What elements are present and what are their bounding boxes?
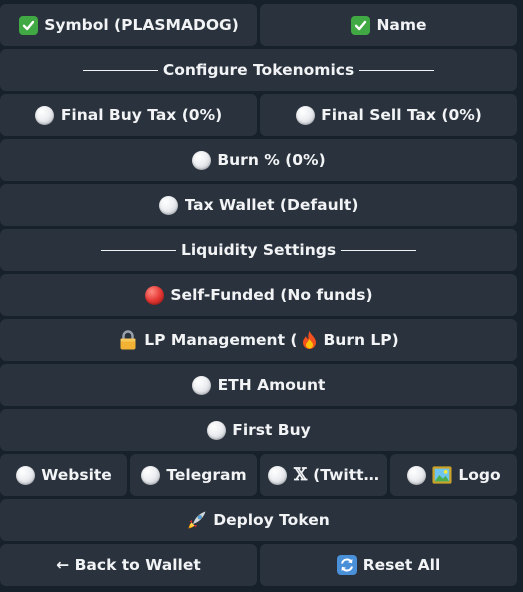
white-circle-icon	[191, 150, 211, 170]
button-label-suffix: Burn LP)	[323, 331, 399, 349]
symbol-button[interactable]: Symbol (PLASMADOG)	[0, 4, 257, 46]
button-label: (Twitt…	[313, 466, 380, 484]
keyboard-row: Tax Wallet (Default)	[0, 184, 517, 226]
red-circle-icon	[144, 285, 164, 305]
divider-line	[100, 249, 176, 251]
button-label: Liquidity Settings	[180, 241, 337, 259]
keyboard-row: Website Telegram 𝕏 (Twitt… Logo	[0, 454, 517, 496]
lock-icon	[118, 330, 138, 350]
lp-management-button[interactable]: LP Management ( Burn LP)	[0, 319, 517, 361]
deploy-token-button[interactable]: Deploy Token	[0, 499, 517, 541]
final-buy-tax-button[interactable]: Final Buy Tax (0%)	[0, 94, 257, 136]
white-circle-icon	[15, 465, 35, 485]
button-label: Final Sell Tax (0%)	[321, 106, 482, 124]
keyboard-row: Deploy Token	[0, 499, 517, 541]
white-circle-icon	[406, 465, 426, 485]
final-sell-tax-button[interactable]: Final Sell Tax (0%)	[260, 94, 517, 136]
keyboard-row: Configure Tokenomics	[0, 49, 517, 91]
check-icon	[18, 15, 38, 35]
divider-line	[341, 249, 417, 251]
white-circle-icon	[268, 465, 288, 485]
button-label: Reset All	[362, 556, 441, 574]
button-label: Self-Funded (No funds)	[170, 286, 373, 304]
twitter-button[interactable]: 𝕏 (Twitt…	[260, 454, 387, 496]
button-label: ETH Amount	[217, 376, 326, 394]
white-circle-icon	[295, 105, 315, 125]
liquidity-settings-header-button[interactable]: Liquidity Settings	[0, 229, 517, 271]
divider-line	[82, 69, 158, 71]
keyboard-row: Liquidity Settings	[0, 229, 517, 271]
button-label: Symbol (PLASMADOG)	[44, 16, 239, 34]
white-circle-icon	[206, 420, 226, 440]
tax-wallet-button[interactable]: Tax Wallet (Default)	[0, 184, 517, 226]
rocket-icon	[187, 510, 207, 530]
keyboard-row: Self-Funded (No funds)	[0, 274, 517, 316]
telegram-button[interactable]: Telegram	[130, 454, 257, 496]
divider-line	[359, 69, 435, 71]
keyboard-row: ← Back to Wallet Reset All	[0, 544, 517, 586]
button-label: Telegram	[166, 466, 247, 484]
white-circle-icon	[35, 105, 55, 125]
button-label: Name	[376, 16, 427, 34]
picture-icon	[432, 465, 452, 485]
button-label-prefix: LP Management (	[144, 331, 298, 349]
keyboard-row: LP Management ( Burn LP)	[0, 319, 517, 361]
first-buy-button[interactable]: First Buy	[0, 409, 517, 451]
fire-icon	[299, 330, 319, 350]
self-funded-button[interactable]: Self-Funded (No funds)	[0, 274, 517, 316]
button-label: ← Back to Wallet	[56, 556, 201, 574]
white-circle-icon	[159, 195, 179, 215]
check-icon	[350, 15, 370, 35]
name-button[interactable]: Name	[260, 4, 517, 46]
refresh-icon	[336, 555, 357, 575]
inline-keyboard: Symbol (PLASMADOG) Name Configure Tokeno…	[0, 0, 523, 592]
button-label: Burn % (0%)	[217, 151, 326, 169]
keyboard-row: Symbol (PLASMADOG) Name	[0, 4, 517, 46]
reset-all-button[interactable]: Reset All	[260, 544, 517, 586]
white-circle-icon	[140, 465, 160, 485]
keyboard-row: First Buy	[0, 409, 517, 451]
keyboard-row: Final Buy Tax (0%) Final Sell Tax (0%)	[0, 94, 517, 136]
back-to-wallet-button[interactable]: ← Back to Wallet	[0, 544, 257, 586]
button-label: Logo	[458, 466, 501, 484]
button-label: First Buy	[232, 421, 311, 439]
keyboard-row: Burn % (0%)	[0, 139, 517, 181]
button-label: Deploy Token	[213, 511, 330, 529]
logo-button[interactable]: Logo	[390, 454, 517, 496]
burn-percent-button[interactable]: Burn % (0%)	[0, 139, 517, 181]
button-label: Configure Tokenomics	[162, 61, 355, 79]
button-label: Tax Wallet (Default)	[184, 196, 359, 214]
keyboard-row: ETH Amount	[0, 364, 517, 406]
x-logo-icon: 𝕏	[293, 465, 308, 485]
button-label: Website	[41, 466, 112, 484]
white-circle-icon	[192, 375, 212, 395]
eth-amount-button[interactable]: ETH Amount	[0, 364, 517, 406]
website-button[interactable]: Website	[0, 454, 127, 496]
button-label: Final Buy Tax (0%)	[60, 106, 223, 124]
configure-tokenomics-header-button[interactable]: Configure Tokenomics	[0, 49, 517, 91]
